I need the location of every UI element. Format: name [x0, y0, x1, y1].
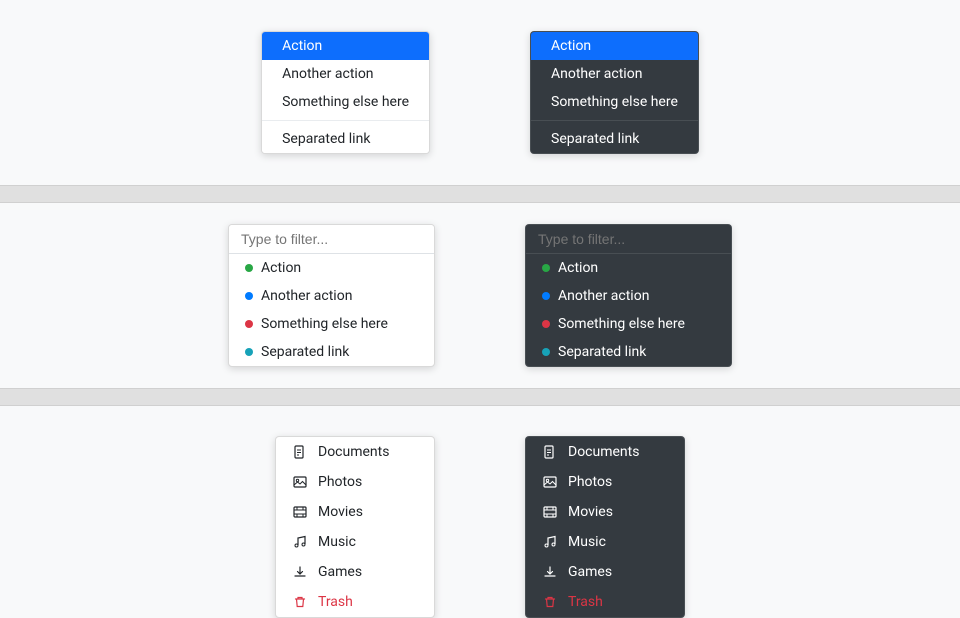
icon-label-photos-dark: Photos	[568, 474, 612, 490]
icon-item-games-light[interactable]: Games	[276, 557, 434, 587]
icon-item-documents-dark[interactable]: Documents	[526, 437, 684, 467]
icon-label-movies-dark: Movies	[568, 504, 613, 520]
dot-blue-light	[245, 292, 253, 300]
icon-item-games-dark[interactable]: Games	[526, 557, 684, 587]
music-icon	[292, 534, 308, 550]
dot-green-light	[245, 264, 253, 272]
dark-simple-dropdown: Action Another action Something else her…	[530, 31, 699, 154]
film-icon	[292, 504, 308, 520]
dropdown-item-another-dark[interactable]: Another action	[531, 60, 698, 88]
filter-label-something-dark: Something else here	[558, 316, 685, 332]
section-divider-2	[0, 388, 960, 406]
icon-label-trash-dark: Trash	[568, 594, 603, 610]
dot-red-light	[245, 320, 253, 328]
icon-item-trash-dark[interactable]: Trash	[526, 587, 684, 617]
dropdown-divider-dark	[531, 120, 698, 121]
download-icon	[292, 564, 308, 580]
icon-label-documents-light: Documents	[318, 444, 389, 460]
icon-item-music-dark[interactable]: Music	[526, 527, 684, 557]
icon-item-documents-light[interactable]: Documents	[276, 437, 434, 467]
dot-green-dark	[542, 264, 550, 272]
icon-label-documents-dark: Documents	[568, 444, 639, 460]
light-filter-dropdown: Action Another action Something else her…	[228, 224, 435, 367]
icon-item-trash-light[interactable]: Trash	[276, 587, 434, 617]
icon-label-music-dark: Music	[568, 534, 606, 550]
icon-item-photos-light[interactable]: Photos	[276, 467, 434, 497]
icon-label-movies-light: Movies	[318, 504, 363, 520]
icon-label-music-light: Music	[318, 534, 356, 550]
section-divider-1	[0, 185, 960, 203]
filter-item-action-light[interactable]: Action	[229, 254, 434, 282]
dark-icon-dropdown: Documents Photos	[525, 436, 685, 618]
filter-item-separated-dark[interactable]: Separated link	[526, 338, 731, 366]
dropdown-item-something-dark[interactable]: Something else here	[531, 88, 698, 116]
dropdown-item-something-light[interactable]: Something else here	[262, 88, 429, 116]
filter-label-something-light: Something else here	[261, 316, 388, 332]
filter-item-separated-light[interactable]: Separated link	[229, 338, 434, 366]
icon-label-games-light: Games	[318, 564, 362, 580]
dot-red-dark	[542, 320, 550, 328]
filter-label-action-light: Action	[261, 260, 301, 276]
dark-filter-dropdown: Action Another action Something else her…	[525, 224, 732, 367]
file-icon-dark	[542, 444, 558, 460]
dot-blue-dark	[542, 292, 550, 300]
file-icon	[292, 444, 308, 460]
trash-icon-dark	[542, 594, 558, 610]
dropdown-item-separated-light[interactable]: Separated link	[262, 125, 429, 153]
dropdown-item-action-light[interactable]: Action	[262, 32, 429, 60]
icon-item-movies-light[interactable]: Movies	[276, 497, 434, 527]
download-icon-dark	[542, 564, 558, 580]
filter-item-something-dark[interactable]: Something else here	[526, 310, 731, 338]
icon-label-photos-light: Photos	[318, 474, 362, 490]
dropdown-item-separated-dark[interactable]: Separated link	[531, 125, 698, 153]
dot-teal-light	[245, 348, 253, 356]
icon-item-movies-dark[interactable]: Movies	[526, 497, 684, 527]
icon-label-games-dark: Games	[568, 564, 612, 580]
trash-icon-light	[292, 594, 308, 610]
filter-item-another-dark[interactable]: Another action	[526, 282, 731, 310]
filter-item-action-dark[interactable]: Action	[526, 254, 731, 282]
filter-label-action-dark: Action	[558, 260, 598, 276]
section-simple-dropdowns: Action Another action Something else her…	[0, 0, 960, 185]
filter-item-another-light[interactable]: Another action	[229, 282, 434, 310]
dot-teal-dark	[542, 348, 550, 356]
photo-icon	[292, 474, 308, 490]
filter-label-another-dark: Another action	[558, 288, 649, 304]
light-icon-dropdown: Documents Photos	[275, 436, 435, 618]
dropdown-item-another-light[interactable]: Another action	[262, 60, 429, 88]
filter-label-another-light: Another action	[261, 288, 352, 304]
dropdown-item-action-dark[interactable]: Action	[531, 32, 698, 60]
filter-label-separated-dark: Separated link	[558, 344, 646, 360]
dark-filter-input[interactable]	[526, 225, 731, 254]
filter-item-something-light[interactable]: Something else here	[229, 310, 434, 338]
section-icon-dropdowns: Documents Photos	[0, 406, 960, 606]
icon-label-trash-light: Trash	[318, 594, 353, 610]
film-icon-dark	[542, 504, 558, 520]
music-icon-dark	[542, 534, 558, 550]
filter-label-separated-light: Separated link	[261, 344, 349, 360]
section-filter-dropdowns: Action Another action Something else her…	[0, 203, 960, 388]
dropdown-divider-light	[262, 120, 429, 121]
icon-item-music-light[interactable]: Music	[276, 527, 434, 557]
icon-item-photos-dark[interactable]: Photos	[526, 467, 684, 497]
photo-icon-dark	[542, 474, 558, 490]
light-filter-input[interactable]	[229, 225, 434, 254]
light-simple-dropdown: Action Another action Something else her…	[261, 31, 430, 154]
